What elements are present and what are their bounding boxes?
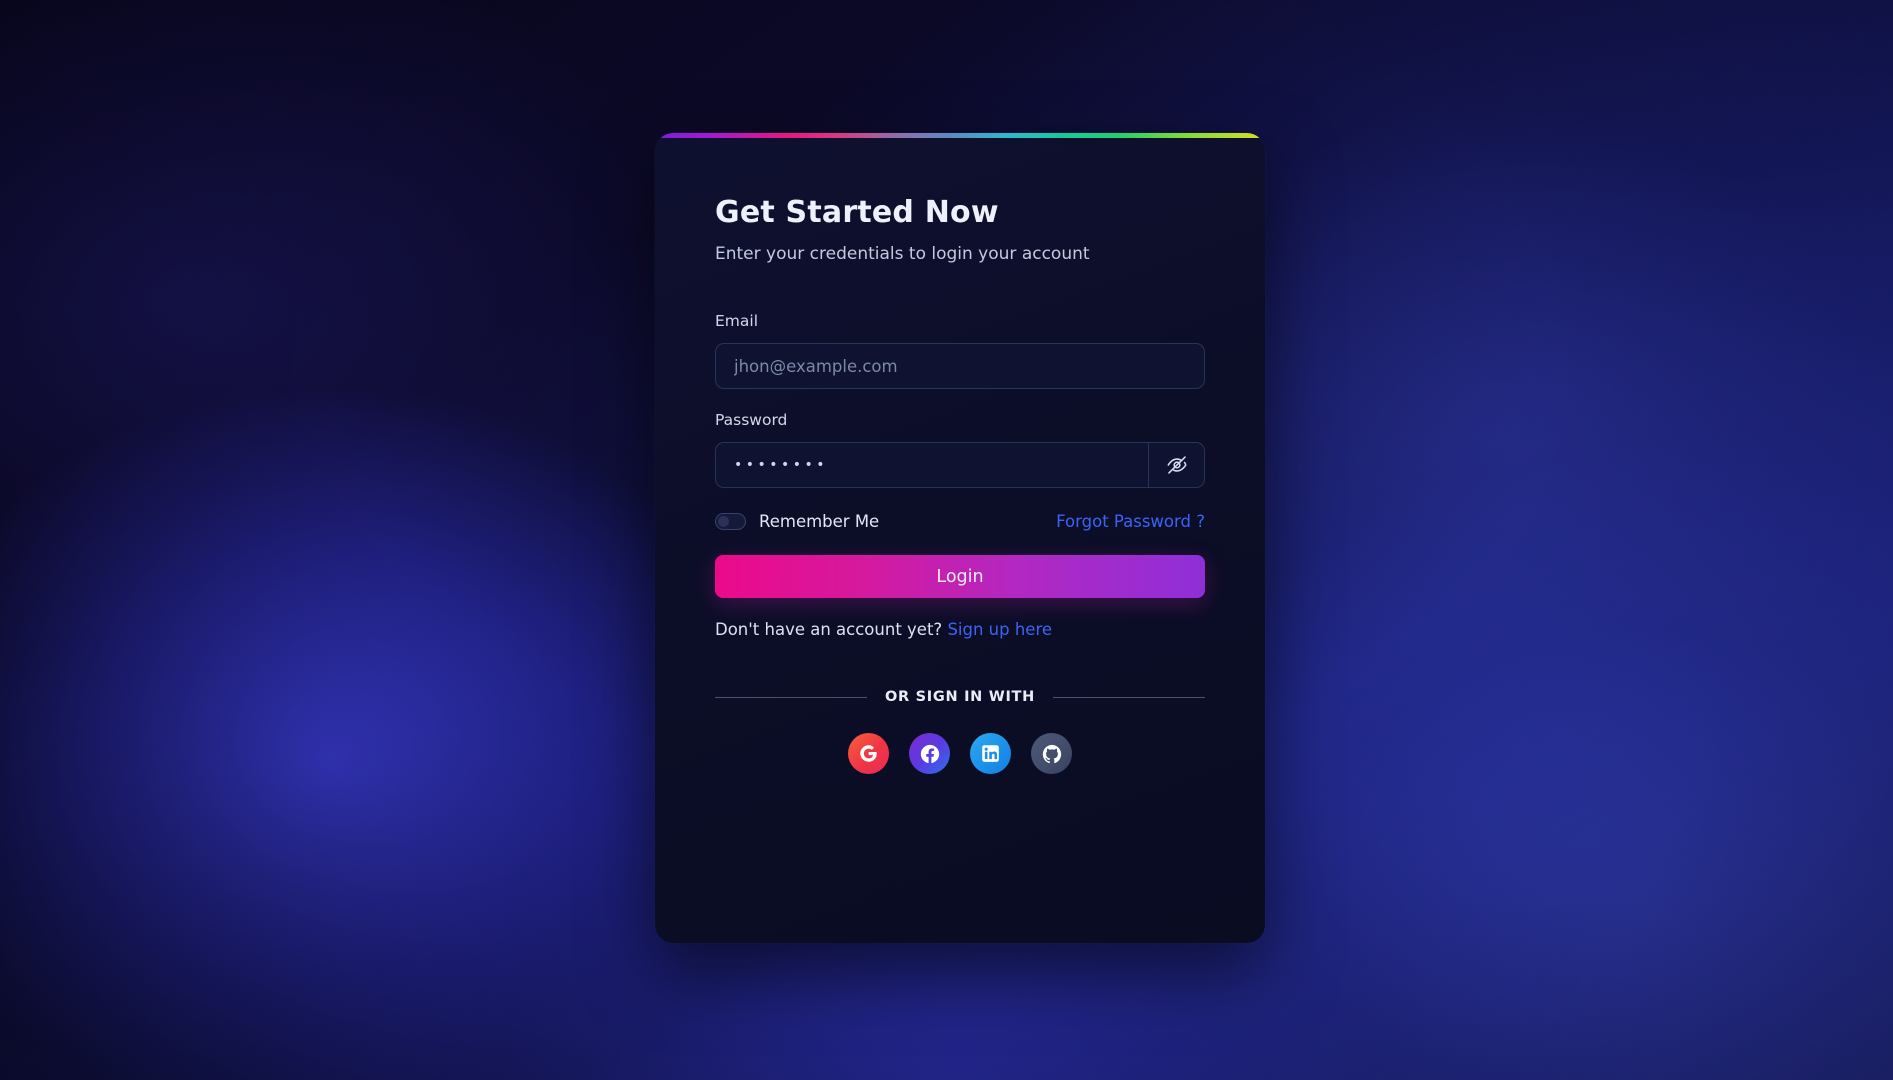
divider-rule-right (1052, 696, 1205, 698)
login-button[interactable]: Login (715, 555, 1205, 598)
remember-me-toggle[interactable]: Remember Me (715, 512, 879, 531)
eye-off-icon (1166, 454, 1188, 476)
email-input[interactable] (716, 344, 1204, 388)
social-login-row (715, 733, 1205, 774)
rainbow-gradient-bar (655, 133, 1265, 138)
social-login-facebook[interactable] (909, 733, 950, 774)
login-card: Get Started Now Enter your credentials t… (655, 133, 1265, 943)
signup-prompt-row: Don't have an account yet? Sign up here (715, 620, 1205, 639)
forgot-password-link[interactable]: Forgot Password ? (1056, 512, 1205, 531)
social-login-linkedin[interactable] (970, 733, 1011, 774)
divider-label: OR SIGN IN WITH (885, 689, 1035, 705)
google-icon (858, 743, 879, 764)
social-login-github[interactable] (1031, 733, 1072, 774)
page-title: Get Started Now (715, 195, 999, 230)
password-input[interactable]: •••••••• (716, 457, 1148, 473)
remember-forgot-row: Remember Me Forgot Password ? (715, 512, 1205, 531)
signup-prompt-text: Don't have an account yet? (715, 620, 943, 639)
facebook-icon (919, 743, 941, 765)
remember-me-switch[interactable] (715, 513, 746, 530)
social-divider: OR SIGN IN WITH (715, 689, 1205, 705)
switch-knob (718, 516, 729, 527)
linkedin-icon (980, 743, 1001, 764)
password-label: Password (715, 411, 788, 429)
email-input-shell[interactable] (715, 343, 1205, 389)
social-login-google[interactable] (848, 733, 889, 774)
page-subtitle: Enter your credentials to login your acc… (715, 244, 1090, 264)
email-field-group: Email (715, 312, 1205, 389)
password-visibility-toggle[interactable] (1148, 443, 1204, 487)
login-card-wrapper: Get Started Now Enter your credentials t… (655, 133, 1265, 943)
divider-rule-left (715, 696, 868, 698)
github-icon (1041, 743, 1063, 765)
email-label: Email (715, 312, 759, 330)
signup-link[interactable]: Sign up here (947, 620, 1052, 639)
password-field-group: Password •••••••• (715, 411, 1205, 488)
password-input-shell[interactable]: •••••••• (715, 442, 1205, 488)
remember-me-label: Remember Me (759, 512, 880, 531)
